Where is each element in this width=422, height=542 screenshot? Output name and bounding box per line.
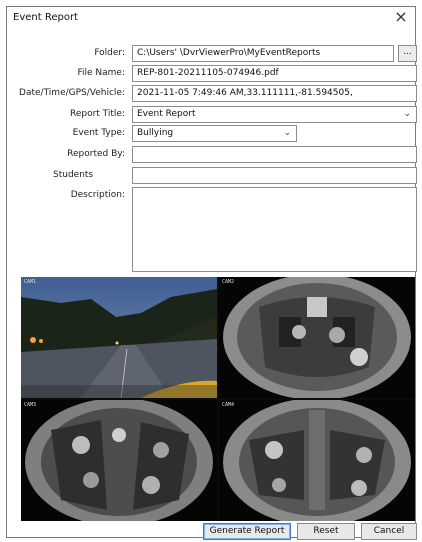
description-textarea[interactable] — [132, 187, 417, 272]
description-row: Description: — [7, 187, 417, 275]
report-title-value: Event Report — [137, 109, 196, 119]
description-label: Description: — [70, 190, 125, 200]
camera-1-image: CAM1 — [21, 277, 217, 398]
camera-snapshots: CAM1 CAM2 CAM3 CAM4 — [21, 277, 415, 521]
report-title-combo[interactable]: Event Report ⌄ — [132, 106, 417, 123]
event-type-select[interactable]: Bullying ⌄ — [132, 125, 297, 142]
camera-2-image: CAM2 — [219, 277, 415, 398]
event-type-value: Bullying — [137, 128, 174, 138]
button-bar: Generate Report Reset Cancel — [7, 523, 417, 541]
file-name-row: File Name: REP-801-20211105-074946.pdf — [7, 65, 417, 82]
camera-2-overlay: CAM2 — [222, 279, 235, 285]
file-name-label: File Name: — [77, 68, 125, 78]
date-gps-row: Date/Time/GPS/Vehicle: 2021-11-05 7:49:4… — [7, 85, 417, 102]
dialog-title: Event Report — [13, 12, 78, 23]
camera-4-overlay: CAM4 — [222, 402, 235, 408]
browse-button[interactable]: ... — [398, 45, 417, 62]
reported-by-row: Reported By: — [7, 146, 417, 163]
reset-button[interactable]: Reset — [297, 523, 355, 540]
event-type-row: Event Type: Bullying ⌄ — [7, 125, 415, 142]
date-gps-input[interactable]: 2021-11-05 7:49:46 AM,33.111111,-81.5945… — [132, 85, 417, 102]
students-row: Students — [7, 167, 417, 184]
file-name-input[interactable]: REP-801-20211105-074946.pdf — [132, 65, 417, 82]
folder-row: Folder: C:\Users' \DvrViewerPro\MyEventR… — [7, 45, 417, 62]
students-input[interactable] — [132, 167, 417, 184]
cancel-button[interactable]: Cancel — [361, 523, 417, 540]
camera-3-image: CAM3 — [21, 400, 217, 521]
reported-by-input[interactable] — [132, 146, 417, 163]
camera-3-overlay: CAM3 — [24, 402, 37, 408]
chevron-down-icon[interactable]: ⌄ — [283, 128, 291, 138]
generate-report-button[interactable]: Generate Report — [203, 523, 291, 540]
event-type-label: Event Type: — [72, 128, 125, 138]
camera-4-image: CAM4 — [219, 400, 415, 521]
report-title-label: Report Title: — [69, 109, 125, 119]
event-report-dialog: Event Report × Folder: C:\Users' \DvrVie… — [6, 6, 417, 541]
folder-label: Folder: — [94, 48, 125, 58]
report-title-row: Report Title: Event Report ⌄ — [7, 106, 417, 123]
date-gps-label: Date/Time/GPS/Vehicle: — [19, 88, 125, 98]
folder-input[interactable]: C:\Users' \DvrViewerPro\MyEventReports — [132, 45, 394, 62]
reported-by-label: Reported By: — [67, 149, 125, 159]
close-icon[interactable]: × — [391, 8, 411, 28]
title-bar: Event Report × — [7, 7, 415, 29]
chevron-down-icon[interactable]: ⌄ — [403, 109, 411, 119]
camera-1-overlay: CAM1 — [24, 279, 37, 285]
students-label: Students — [53, 170, 94, 180]
